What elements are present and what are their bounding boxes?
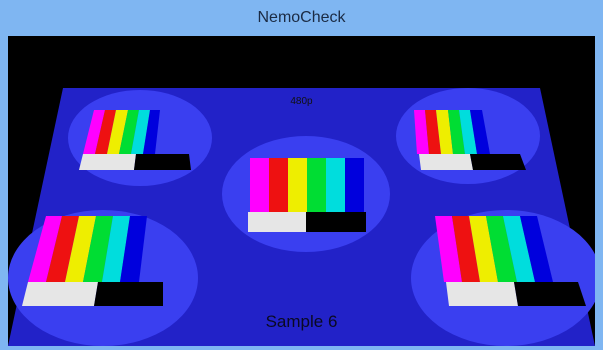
resolution-label: 480p	[290, 96, 313, 107]
window-title: NemoCheck	[257, 9, 346, 26]
sample-label: Sample 6	[265, 312, 338, 331]
app-window: NemoCheck 480p Sample 6	[0, 0, 603, 350]
title-bar[interactable]: NemoCheck	[0, 0, 603, 36]
test-pattern-scene	[8, 88, 595, 346]
render-viewport: 480p Sample 6	[8, 36, 595, 346]
color-bars-center	[248, 158, 366, 232]
